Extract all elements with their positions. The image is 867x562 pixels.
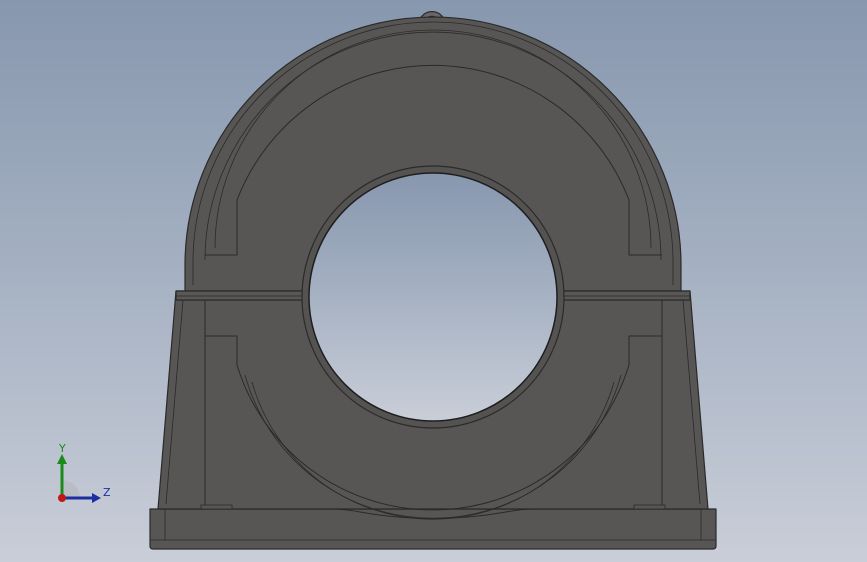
graphics-viewport[interactable]: Y Z xyxy=(0,0,867,562)
orientation-triad: Y Z xyxy=(48,440,118,510)
bearing-housing-model[interactable] xyxy=(0,0,867,562)
axis-z-label: Z xyxy=(103,486,111,499)
base-plate xyxy=(149,508,717,550)
axis-y-label: Y xyxy=(59,442,66,455)
bore-opening xyxy=(308,172,558,422)
